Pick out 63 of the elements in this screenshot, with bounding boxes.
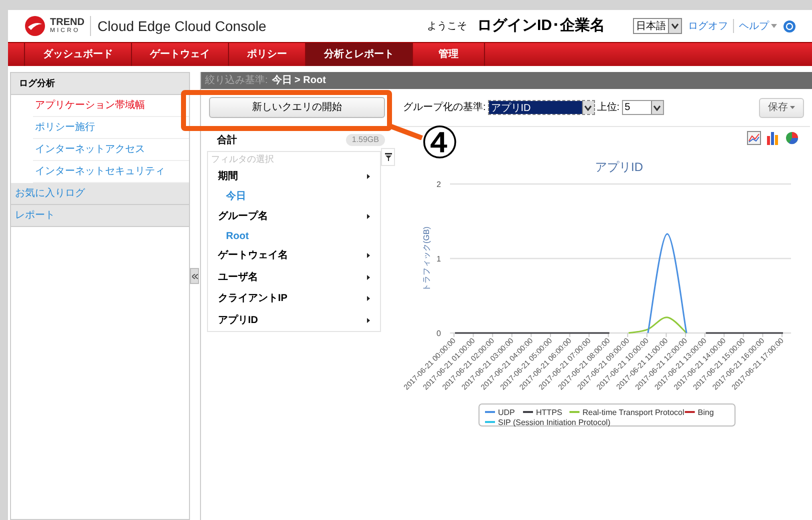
callout-number: ④: [420, 122, 460, 166]
nav-tab[interactable]: 管理: [413, 43, 485, 66]
arrow-icon: [367, 318, 370, 323]
logoff-link[interactable]: ログオフ: [688, 18, 728, 34]
group-by-select[interactable]: アプリID: [488, 100, 595, 115]
sidebar-item[interactable]: ポリシー施行: [33, 117, 189, 139]
bar-chart-icon[interactable]: [767, 132, 778, 145]
welcome-text: ようこそ: [427, 20, 467, 34]
top-label: 上位:: [596, 100, 620, 115]
filter-input[interactable]: フィルタの選択: [208, 152, 380, 166]
nav-tab[interactable]: 分析とレポート: [306, 43, 413, 66]
sidebar-section[interactable]: ログ分析: [11, 73, 189, 95]
y-tick-label: 0: [436, 329, 441, 338]
callout-line: [388, 124, 424, 140]
chart-title: アプリID: [595, 160, 643, 174]
filter-value: Root: [226, 230, 249, 244]
caret-icon: [671, 23, 679, 29]
user-name: ログインID･企業名: [477, 16, 605, 36]
filter-icon: [384, 153, 392, 161]
legend-label: UDP: [498, 408, 515, 417]
y-tick-label: 1: [436, 254, 441, 264]
caret-icon: [584, 104, 592, 110]
legend-item[interactable]: UDP: [485, 408, 515, 417]
arrow-icon: [367, 253, 370, 258]
legend-item[interactable]: HTTPS: [523, 408, 562, 417]
total-label: 合計: [217, 134, 237, 148]
filter-icon-button[interactable]: [381, 148, 395, 166]
breadcrumb-value: 今日 > Root: [272, 74, 326, 88]
y-axis-label: トラフィック(GB): [422, 226, 431, 292]
pie-chart-icon[interactable]: [786, 132, 798, 144]
legend-item[interactable]: Real-time Transport Protocol: [569, 408, 684, 417]
line-chart-icon[interactable]: [747, 131, 761, 145]
logo-icon: [24, 15, 46, 37]
logo-text: TREND: [50, 18, 84, 28]
arrow-icon: [367, 174, 370, 180]
arrow-icon: [367, 296, 370, 302]
legend-label: Bing: [698, 408, 714, 417]
legend-label: HTTPS: [536, 408, 562, 417]
filter-value: 今日: [226, 190, 246, 204]
y-tick-label: 2: [436, 180, 441, 189]
new-query-button[interactable]: 新しいクエリの開始: [209, 97, 385, 118]
help-icon[interactable]: [783, 20, 796, 32]
nav-tab[interactable]: ダッシュボード: [24, 43, 132, 66]
sidebar-item[interactable]: アプリケーション帯域幅: [33, 95, 189, 117]
language-select[interactable]: 日本語: [633, 18, 682, 34]
caret-icon: [790, 106, 795, 109]
group-by-label: グループ化の基準:: [403, 100, 486, 115]
sidebar-item[interactable]: インターネットアクセス: [33, 139, 189, 161]
legend-item[interactable]: SIP (Session Initiation Protocol): [485, 418, 610, 427]
collapse-handle[interactable]: [190, 268, 199, 284]
arrow-icon: [367, 274, 370, 280]
help-menu-link[interactable]: ヘルプ: [739, 18, 777, 34]
product-title: Cloud Edge Cloud Console: [97, 16, 266, 36]
legend-item[interactable]: Bing: [684, 408, 714, 417]
nav-tab[interactable]: ゲートウェイ: [132, 43, 229, 66]
caret-icon: [771, 24, 777, 28]
chevrons-icon: [192, 274, 198, 278]
top-select[interactable]: 5: [622, 100, 664, 115]
arrow-icon: [367, 214, 370, 219]
total-badge: 1.59GB: [346, 134, 385, 146]
breadcrumb-label: 絞り込み基準:: [205, 74, 268, 88]
save-button[interactable]: 保存: [759, 98, 804, 118]
caret-icon: [653, 104, 662, 110]
